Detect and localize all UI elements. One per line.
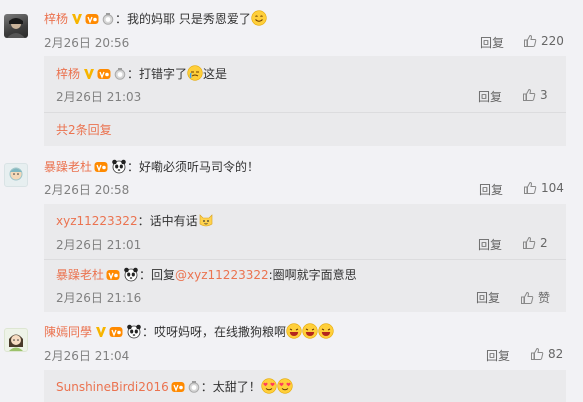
vip-icon[interactable] — [109, 326, 123, 338]
reply-button[interactable]: 回复 — [476, 289, 500, 306]
comment-line: 梓杨 ：我的妈耶 只是秀恩爱了 — [44, 10, 267, 27]
comment-time: 2月26日 20:56 — [44, 36, 130, 50]
view-all-replies-link[interactable]: 共2条回复 — [56, 121, 112, 138]
reply-text: :圈啊就字面意思 — [268, 268, 357, 282]
like-button[interactable]: 2 — [522, 236, 548, 250]
verified-icon — [71, 13, 83, 25]
panda-icon[interactable] — [111, 158, 127, 174]
reply-button[interactable]: 回复 — [478, 236, 502, 253]
reply-button[interactable]: 回复 — [479, 181, 503, 198]
thumb-up-icon — [523, 34, 537, 48]
reply-time: 2月26日 21:01 — [56, 238, 142, 252]
username-link[interactable]: 梓杨 — [56, 67, 80, 81]
like-button[interactable]: 82 — [530, 347, 563, 361]
username-link[interactable]: 暴躁老杜 — [56, 268, 104, 282]
laugh-emoji-icon — [318, 323, 334, 339]
reply-line: 梓杨 ：打错字了 这是 — [56, 65, 227, 82]
vip-icon[interactable] — [97, 68, 111, 80]
panda-icon[interactable] — [126, 323, 142, 339]
comment-time: 2月26日 21:04 — [44, 349, 130, 363]
cat-emoji-icon — [198, 212, 214, 228]
username-link[interactable]: 梓杨 — [44, 12, 68, 26]
cry-laugh-emoji-icon — [187, 65, 203, 81]
like-count: 3 — [540, 88, 548, 102]
username-link[interactable]: 陳嫣同學 — [44, 325, 92, 339]
reply-button[interactable]: 回复 — [486, 347, 510, 364]
reply-line: 暴躁老杜 ：回复@xyz11223322:圈啊就字面意思 — [56, 266, 357, 283]
vip-icon[interactable] — [106, 269, 120, 281]
thumb-up-icon — [520, 291, 534, 305]
comment-text: ：哎呀妈呀，在线撒狗粮啊 — [142, 325, 287, 339]
thumb-up-icon — [530, 347, 544, 361]
reply-time: 2月26日 21:03 — [56, 90, 142, 104]
divider — [44, 112, 566, 113]
reply-text: ：话中有话 — [137, 214, 198, 228]
comment-time: 2月26日 20:58 — [44, 183, 130, 197]
vip-icon[interactable] — [85, 13, 99, 25]
comment-text: ：好嘞必须听马司令的！ — [127, 160, 260, 174]
like-button[interactable]: 220 — [523, 34, 564, 48]
username-link[interactable]: xyz11223322 — [56, 214, 138, 228]
panda-icon[interactable] — [123, 266, 139, 282]
like-count: 220 — [541, 34, 564, 48]
like-button[interactable]: 104 — [523, 181, 564, 195]
reply-line: xyz11223322：话中有话 — [56, 212, 214, 229]
comment-line: 暴躁老杜 ：好嘞必须听马司令的！ — [44, 158, 259, 175]
like-label: 赞 — [538, 291, 551, 305]
verified-icon — [83, 68, 95, 80]
avatar[interactable] — [4, 14, 28, 38]
medal-icon[interactable] — [187, 381, 201, 393]
username-link[interactable]: 暴躁老杜 — [44, 160, 92, 174]
like-count: 82 — [548, 347, 564, 361]
thumb-up-icon — [523, 181, 537, 195]
divider — [44, 259, 566, 260]
mention-link[interactable]: @xyz11223322 — [175, 268, 269, 282]
like-button[interactable]: 赞 — [520, 289, 550, 306]
like-button[interactable]: 3 — [522, 88, 548, 102]
avatar[interactable] — [4, 163, 28, 187]
reply-text: ：打错字了 — [127, 67, 188, 81]
smile-emoji-icon — [251, 10, 267, 26]
reply-time: 2月26日 21:16 — [56, 291, 142, 305]
username-link[interactable]: SunshineBirdi2016 — [56, 380, 169, 394]
avatar[interactable] — [4, 328, 28, 352]
medal-icon[interactable] — [113, 68, 127, 80]
medal-icon[interactable] — [101, 13, 115, 25]
vip-icon[interactable] — [171, 381, 185, 393]
thumb-up-icon — [522, 88, 536, 102]
thumb-up-icon — [522, 236, 536, 250]
like-count: 2 — [540, 236, 548, 250]
vip-icon[interactable] — [94, 161, 108, 173]
reply-text-suffix: 这是 — [203, 67, 228, 81]
like-count: 104 — [541, 181, 564, 195]
laugh-emoji-icon — [286, 323, 302, 339]
reply-button[interactable]: 回复 — [478, 88, 502, 105]
heart-eyes-emoji-icon — [261, 378, 277, 394]
heart-eyes-emoji-icon — [277, 378, 293, 394]
comment-line: 陳嫣同學 ：哎呀妈呀，在线撒狗粮啊 — [44, 323, 334, 340]
laugh-emoji-icon — [302, 323, 318, 339]
reply-line: SunshineBirdi2016 ：太甜了！ — [56, 378, 293, 395]
verified-icon — [95, 326, 107, 338]
reply-text-prefix: ：回复 — [139, 268, 176, 282]
reply-text: ：太甜了！ — [200, 380, 261, 394]
reply-button[interactable]: 回复 — [480, 34, 504, 51]
comment-text: ：我的妈耶 只是秀恩爱了 — [115, 12, 251, 26]
